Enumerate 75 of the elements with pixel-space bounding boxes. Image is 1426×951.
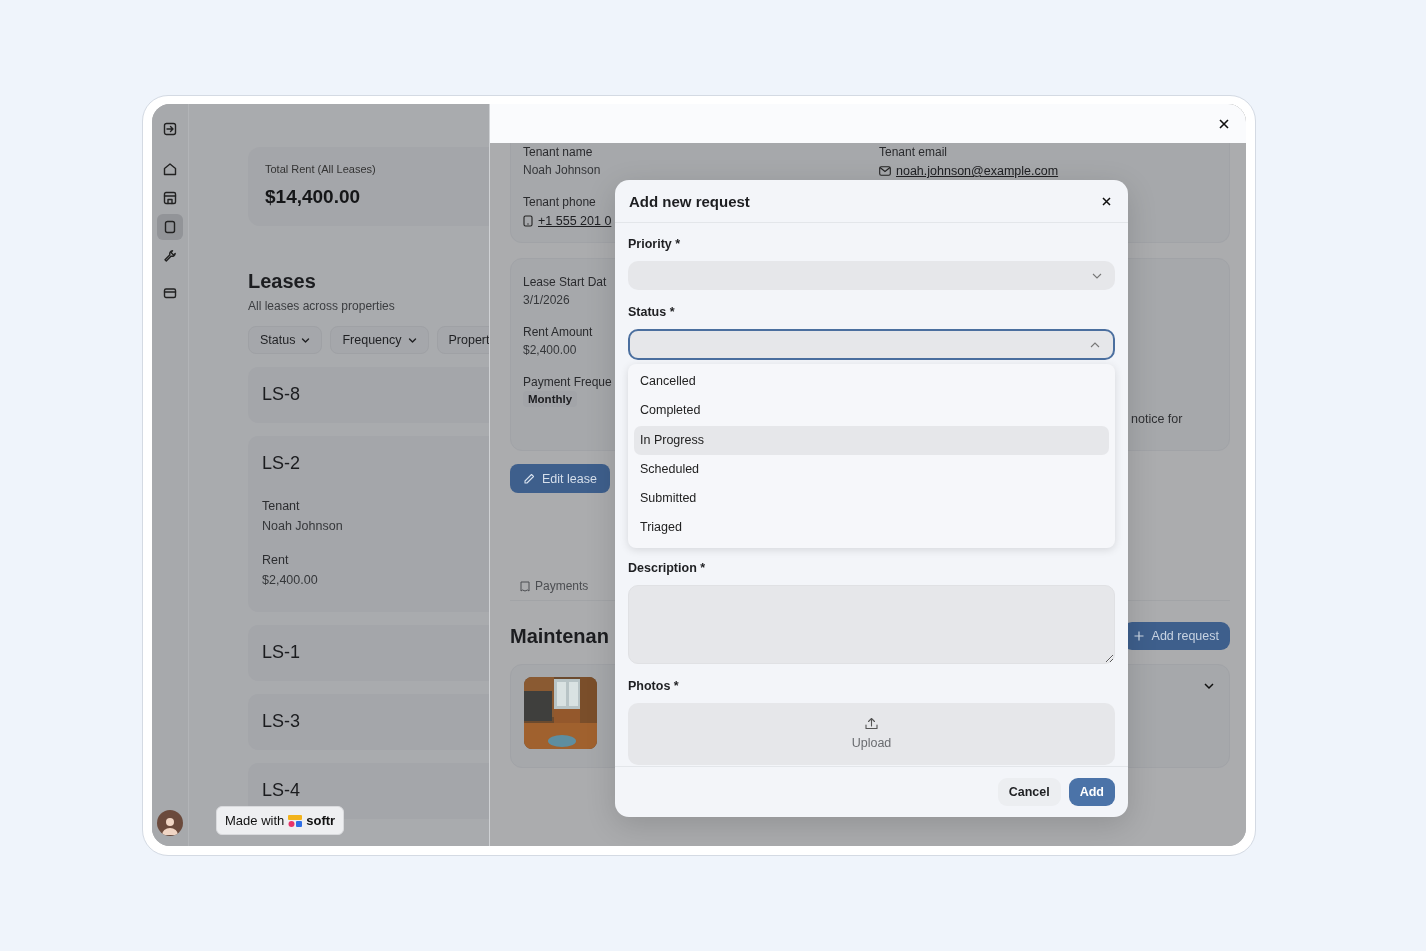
chevron-up-icon xyxy=(1090,341,1100,348)
upload-area[interactable]: Upload xyxy=(628,702,1115,765)
lease-card[interactable]: LS-1 xyxy=(248,625,489,681)
lease-code: LS-8 xyxy=(262,384,302,405)
store-icon xyxy=(163,191,177,205)
field-label: Tenant email xyxy=(879,144,948,161)
dropdown-option[interactable]: Triaged xyxy=(634,513,1109,543)
chevron-down-icon xyxy=(1204,682,1214,690)
mail-icon xyxy=(879,166,891,176)
field-label: Status * xyxy=(628,304,676,320)
field-label: Rent Amount xyxy=(523,324,593,341)
field-label: Tenant phone xyxy=(523,194,596,211)
avatar[interactable] xyxy=(157,810,183,836)
cancel-button[interactable]: Cancel xyxy=(997,778,1061,806)
field-label: Priority * xyxy=(628,236,682,252)
made-with-badge[interactable]: Made with softr xyxy=(216,806,345,835)
field-value: $2,400.00 xyxy=(262,572,319,589)
plus-icon xyxy=(1133,631,1144,641)
filter-chip[interactable]: Status xyxy=(248,326,323,354)
dropdown-option[interactable]: In Progress xyxy=(634,425,1109,455)
square-icon xyxy=(163,220,177,234)
tab[interactable]: Payments xyxy=(520,578,589,600)
home-icon xyxy=(163,162,177,176)
lease-card[interactable]: LS-2 Tenant Noah Johnson Rent $2,400.00 xyxy=(248,436,489,612)
email-link[interactable]: noah.johnson@example.com xyxy=(896,164,1059,178)
field-label: Rent xyxy=(262,552,290,569)
summary-label: Total Rent (All Leases) xyxy=(265,163,377,175)
field-value: 3/1/2026 xyxy=(523,292,570,309)
filter-chip[interactable]: Propert xyxy=(436,326,489,354)
lease-code: LS-4 xyxy=(262,780,302,801)
receipt-icon xyxy=(520,580,530,592)
lease-code: LS-2 xyxy=(262,453,302,474)
dropdown-option[interactable]: Cancelled xyxy=(634,367,1109,397)
select-field[interactable] xyxy=(628,329,1115,360)
edit-button[interactable]: Edit lease xyxy=(510,464,610,493)
field-label: Tenant xyxy=(262,498,301,515)
enter-icon xyxy=(163,122,177,136)
chevron-down-icon xyxy=(407,335,417,345)
section-subtitle: All leases across properties xyxy=(248,299,396,313)
chevron-down-icon xyxy=(1092,272,1102,279)
select-field[interactable] xyxy=(628,261,1115,290)
frequency-tag: Monthly xyxy=(523,391,578,407)
field-value: Noah Johnson xyxy=(262,518,344,535)
upload-icon xyxy=(865,717,878,731)
add-button[interactable]: Add xyxy=(1068,778,1115,806)
note-text: notice for xyxy=(1131,412,1184,428)
lease-code: LS-3 xyxy=(262,711,302,732)
field-value: $2,400.00 xyxy=(523,342,577,359)
field-label: Photos * xyxy=(628,677,680,694)
phone-icon xyxy=(523,215,533,227)
logo-icon xyxy=(288,813,303,828)
field-value: Noah Johnson xyxy=(523,162,601,179)
field-label: Tenant name xyxy=(523,144,593,161)
field-label: Lease Start Dat xyxy=(523,274,607,291)
modal-title: Add new request xyxy=(629,192,750,210)
phone-link[interactable]: +1 555 201 0 xyxy=(538,214,612,228)
filter-chip[interactable]: Frequency xyxy=(330,326,429,354)
summary-value: $14,400.00 xyxy=(265,186,362,208)
chevron-down-icon xyxy=(301,335,311,345)
lease-card[interactable]: LS-3 xyxy=(248,694,489,750)
lease-card[interactable]: LS-8 xyxy=(248,367,489,423)
field-label: Description * xyxy=(628,559,707,576)
card-icon xyxy=(163,286,177,300)
pencil-icon xyxy=(523,472,535,485)
section-title: Leases xyxy=(248,270,317,293)
dropdown-option[interactable]: Submitted xyxy=(634,484,1109,514)
close-icon xyxy=(1101,196,1111,206)
section-title: Maintenan xyxy=(510,624,609,648)
dropdown-option[interactable]: Scheduled xyxy=(634,454,1109,485)
field-label: Payment Freque xyxy=(523,374,612,391)
dropdown-option[interactable]: Completed xyxy=(634,396,1109,426)
wrench-icon xyxy=(163,249,177,263)
close-icon xyxy=(1219,118,1229,129)
sidebar-item[interactable] xyxy=(157,214,183,240)
lease-code: LS-1 xyxy=(262,642,302,663)
